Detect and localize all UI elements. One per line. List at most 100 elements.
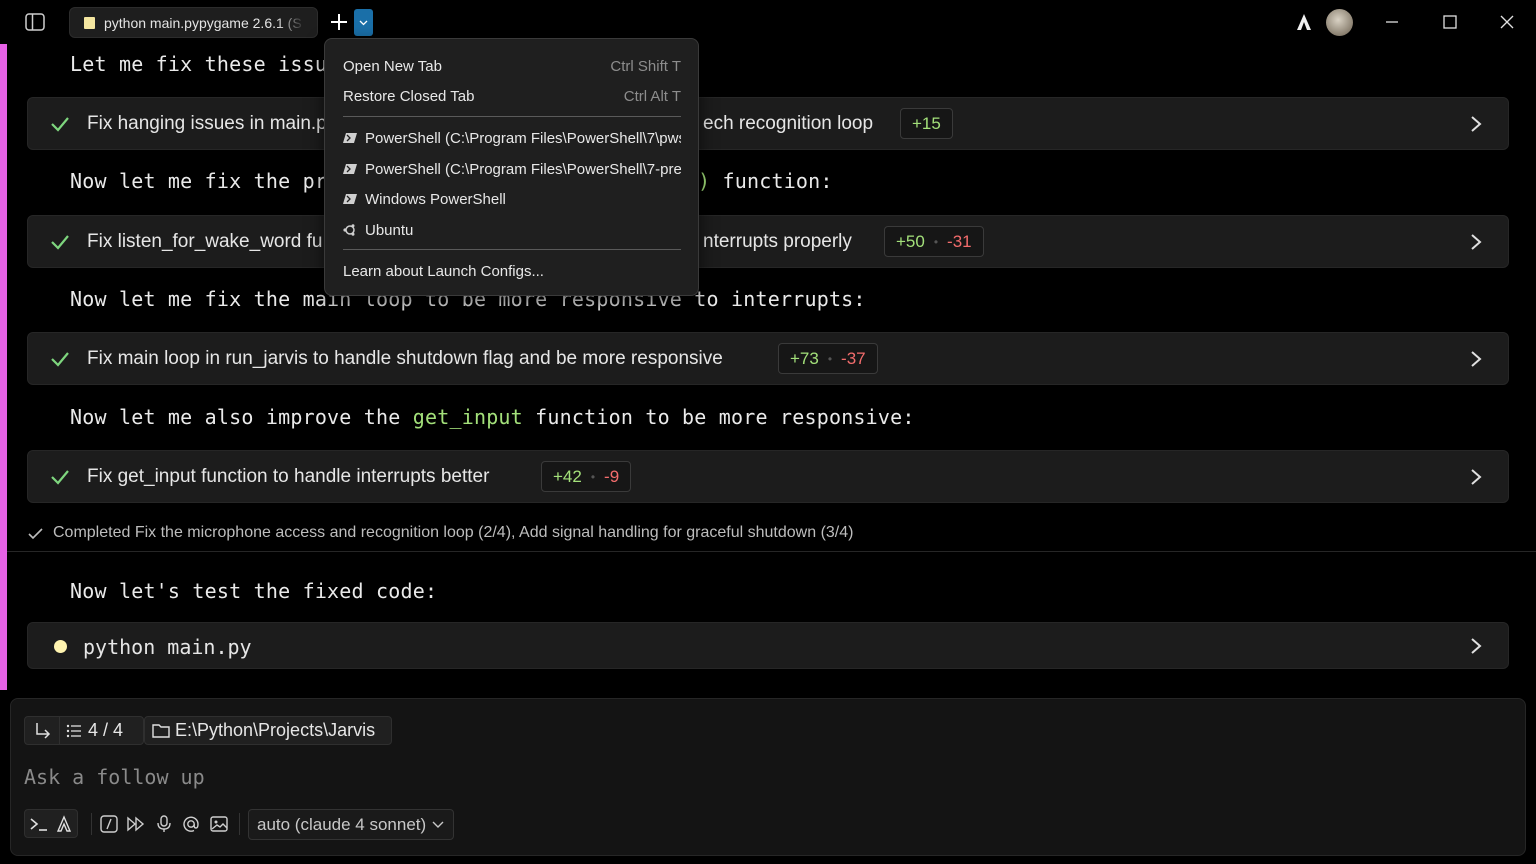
title-bar: python main.pypygame 2.6.1 (S — [0, 0, 1536, 44]
toolbar-divider — [91, 813, 92, 835]
menu-item-ubuntu[interactable]: Ubuntu — [343, 218, 681, 242]
diff-stat: +42 • -9 — [541, 461, 632, 492]
function-name-fragment: ) — [698, 169, 711, 193]
agent-mode-icon[interactable] — [55, 814, 73, 833]
agent-message-part: Now let me also improve the — [70, 405, 413, 429]
follow-up-input[interactable]: Ask a follow up — [24, 765, 205, 789]
lines-added: +73 — [790, 348, 819, 368]
lines-added: +42 — [553, 466, 582, 486]
agent-message-part: function to be more responsive: — [522, 405, 915, 429]
chevron-down-icon — [432, 821, 444, 828]
menu-separator — [343, 116, 681, 117]
chevron-right-icon[interactable] — [1469, 115, 1483, 133]
launch-dropdown-button[interactable] — [354, 9, 373, 36]
chevron-down-icon — [359, 20, 368, 25]
checkmark-icon — [51, 470, 69, 485]
agent-message: Now let me fix the pr) function: — [70, 169, 832, 193]
ubuntu-icon — [343, 224, 355, 236]
menu-item-windows-powershell[interactable]: Windows PowerShell — [343, 187, 681, 211]
card-label-tail: nterrupts properly — [703, 231, 852, 252]
menu-item-label: Learn about Launch Configs... — [343, 262, 544, 280]
checkmark-icon — [51, 235, 69, 250]
menu-item-restore-closed-tab[interactable]: Restore Closed Tab Ctrl Alt T — [343, 84, 681, 108]
command-text: python main.py — [83, 635, 252, 659]
diff-card[interactable]: Fix get_input function to handle interru… — [27, 450, 1509, 503]
powershell-icon — [343, 194, 357, 204]
sidebar-toggle-icon[interactable] — [24, 12, 46, 32]
at-mention-icon[interactable] — [181, 814, 201, 834]
list-icon — [66, 724, 81, 737]
chevron-right-icon[interactable] — [1469, 468, 1483, 486]
slash-command-icon[interactable] — [99, 814, 119, 834]
terminal-tab[interactable]: python main.pypygame 2.6.1 (S — [69, 7, 318, 38]
minimize-icon[interactable] — [1382, 12, 1402, 32]
working-directory-chip[interactable]: E:\Python\Projects\Jarvis — [144, 716, 392, 745]
agent-message: Now let's test the fixed code: — [70, 579, 438, 603]
menu-item-label: PowerShell (C:\Program Files\PowerShell\… — [365, 160, 681, 178]
menu-item-label: Restore Closed Tab — [343, 87, 475, 105]
mode-toggle[interactable] — [24, 809, 78, 838]
task-count: 4 / 4 — [88, 720, 124, 740]
fast-forward-icon[interactable] — [126, 814, 146, 834]
warp-logo-icon[interactable] — [1294, 12, 1314, 32]
diff-card[interactable]: Fix main loop in run_jarvis to handle sh… — [27, 332, 1509, 385]
powershell-icon — [343, 164, 357, 174]
diff-stat: +73 • -37 — [778, 343, 878, 374]
menu-item-shortcut: Ctrl Alt T — [623, 87, 681, 105]
folder-icon — [152, 724, 170, 738]
close-icon[interactable] — [1497, 12, 1517, 32]
menu-item-powershell-7[interactable]: PowerShell (C:\Program Files\PowerShell\… — [343, 126, 681, 150]
chevron-right-icon[interactable] — [1469, 350, 1483, 368]
checkmark-icon — [51, 352, 69, 367]
plus-icon[interactable] — [328, 11, 350, 33]
menu-item-label: Open New Tab — [343, 57, 442, 75]
avatar[interactable] — [1326, 9, 1353, 36]
checkmark-icon — [28, 527, 43, 539]
chevron-right-icon[interactable] — [1469, 637, 1483, 655]
microphone-icon[interactable] — [154, 814, 174, 834]
diff-card[interactable]: Fix listen_for_wake_word fu nterrupts pr… — [27, 215, 1509, 268]
agent-message: Now let me also improve the get_input fu… — [70, 405, 915, 429]
menu-separator — [343, 249, 681, 250]
tab-title-fade — [277, 8, 317, 37]
working-directory: E:\Python\Projects\Jarvis — [175, 720, 376, 740]
diff-stat: +15 — [900, 108, 953, 139]
image-attach-icon[interactable] — [209, 814, 229, 834]
diff-separator: • — [933, 234, 939, 249]
chip-divider — [59, 716, 60, 745]
chevron-right-icon[interactable] — [1469, 233, 1483, 251]
menu-item-powershell-7-preview[interactable]: PowerShell (C:\Program Files\PowerShell\… — [343, 157, 681, 181]
return-arrow-icon — [36, 722, 51, 739]
menu-item-label: Ubuntu — [365, 221, 414, 239]
diff-stat: +50 • -31 — [884, 226, 984, 257]
lines-added: +50 — [896, 231, 925, 251]
powershell-icon — [343, 133, 357, 143]
completed-text: Completed Fix the microphone access and … — [53, 524, 854, 541]
task-list-chip[interactable]: 4 / 4 — [24, 716, 144, 745]
card-label: Fix get_input function to handle interru… — [87, 466, 490, 487]
diff-separator: • — [827, 351, 833, 366]
menu-item-label: Windows PowerShell — [365, 190, 506, 208]
tab-title: python main.pypygame 2.6.1 (S — [104, 14, 302, 31]
new-tab-menu: Open New Tab Ctrl Shift T Restore Closed… — [324, 38, 699, 296]
divider — [7, 551, 1536, 552]
model-name: auto (claude 4 sonnet) — [257, 814, 427, 834]
lines-added: +15 — [912, 113, 941, 133]
card-label-tail: ech recognition loop — [703, 113, 874, 134]
completed-tasks-summary: Completed Fix the microphone access and … — [28, 524, 853, 542]
diff-card[interactable]: Fix hanging issues in main.p ech recogni… — [27, 97, 1509, 150]
agent-message: Let me fix these issu — [70, 52, 328, 76]
card-label: Fix listen_for_wake_word fu — [87, 231, 323, 252]
terminal-tab-icon — [84, 16, 95, 29]
lines-removed: -31 — [947, 231, 972, 251]
terminal-prompt-icon[interactable] — [29, 815, 49, 833]
menu-item-open-new-tab[interactable]: Open New Tab Ctrl Shift T — [343, 54, 681, 78]
menu-item-label: PowerShell (C:\Program Files\PowerShell\… — [365, 129, 681, 147]
command-card[interactable]: python main.py — [27, 622, 1509, 669]
function-name: get_input — [412, 405, 523, 429]
checkmark-icon — [51, 117, 69, 132]
menu-item-learn-launch-configs[interactable]: Learn about Launch Configs... — [343, 259, 681, 283]
model-selector[interactable]: auto (claude 4 sonnet) — [248, 809, 454, 840]
menu-item-shortcut: Ctrl Shift T — [610, 57, 681, 75]
maximize-icon[interactable] — [1440, 12, 1460, 32]
